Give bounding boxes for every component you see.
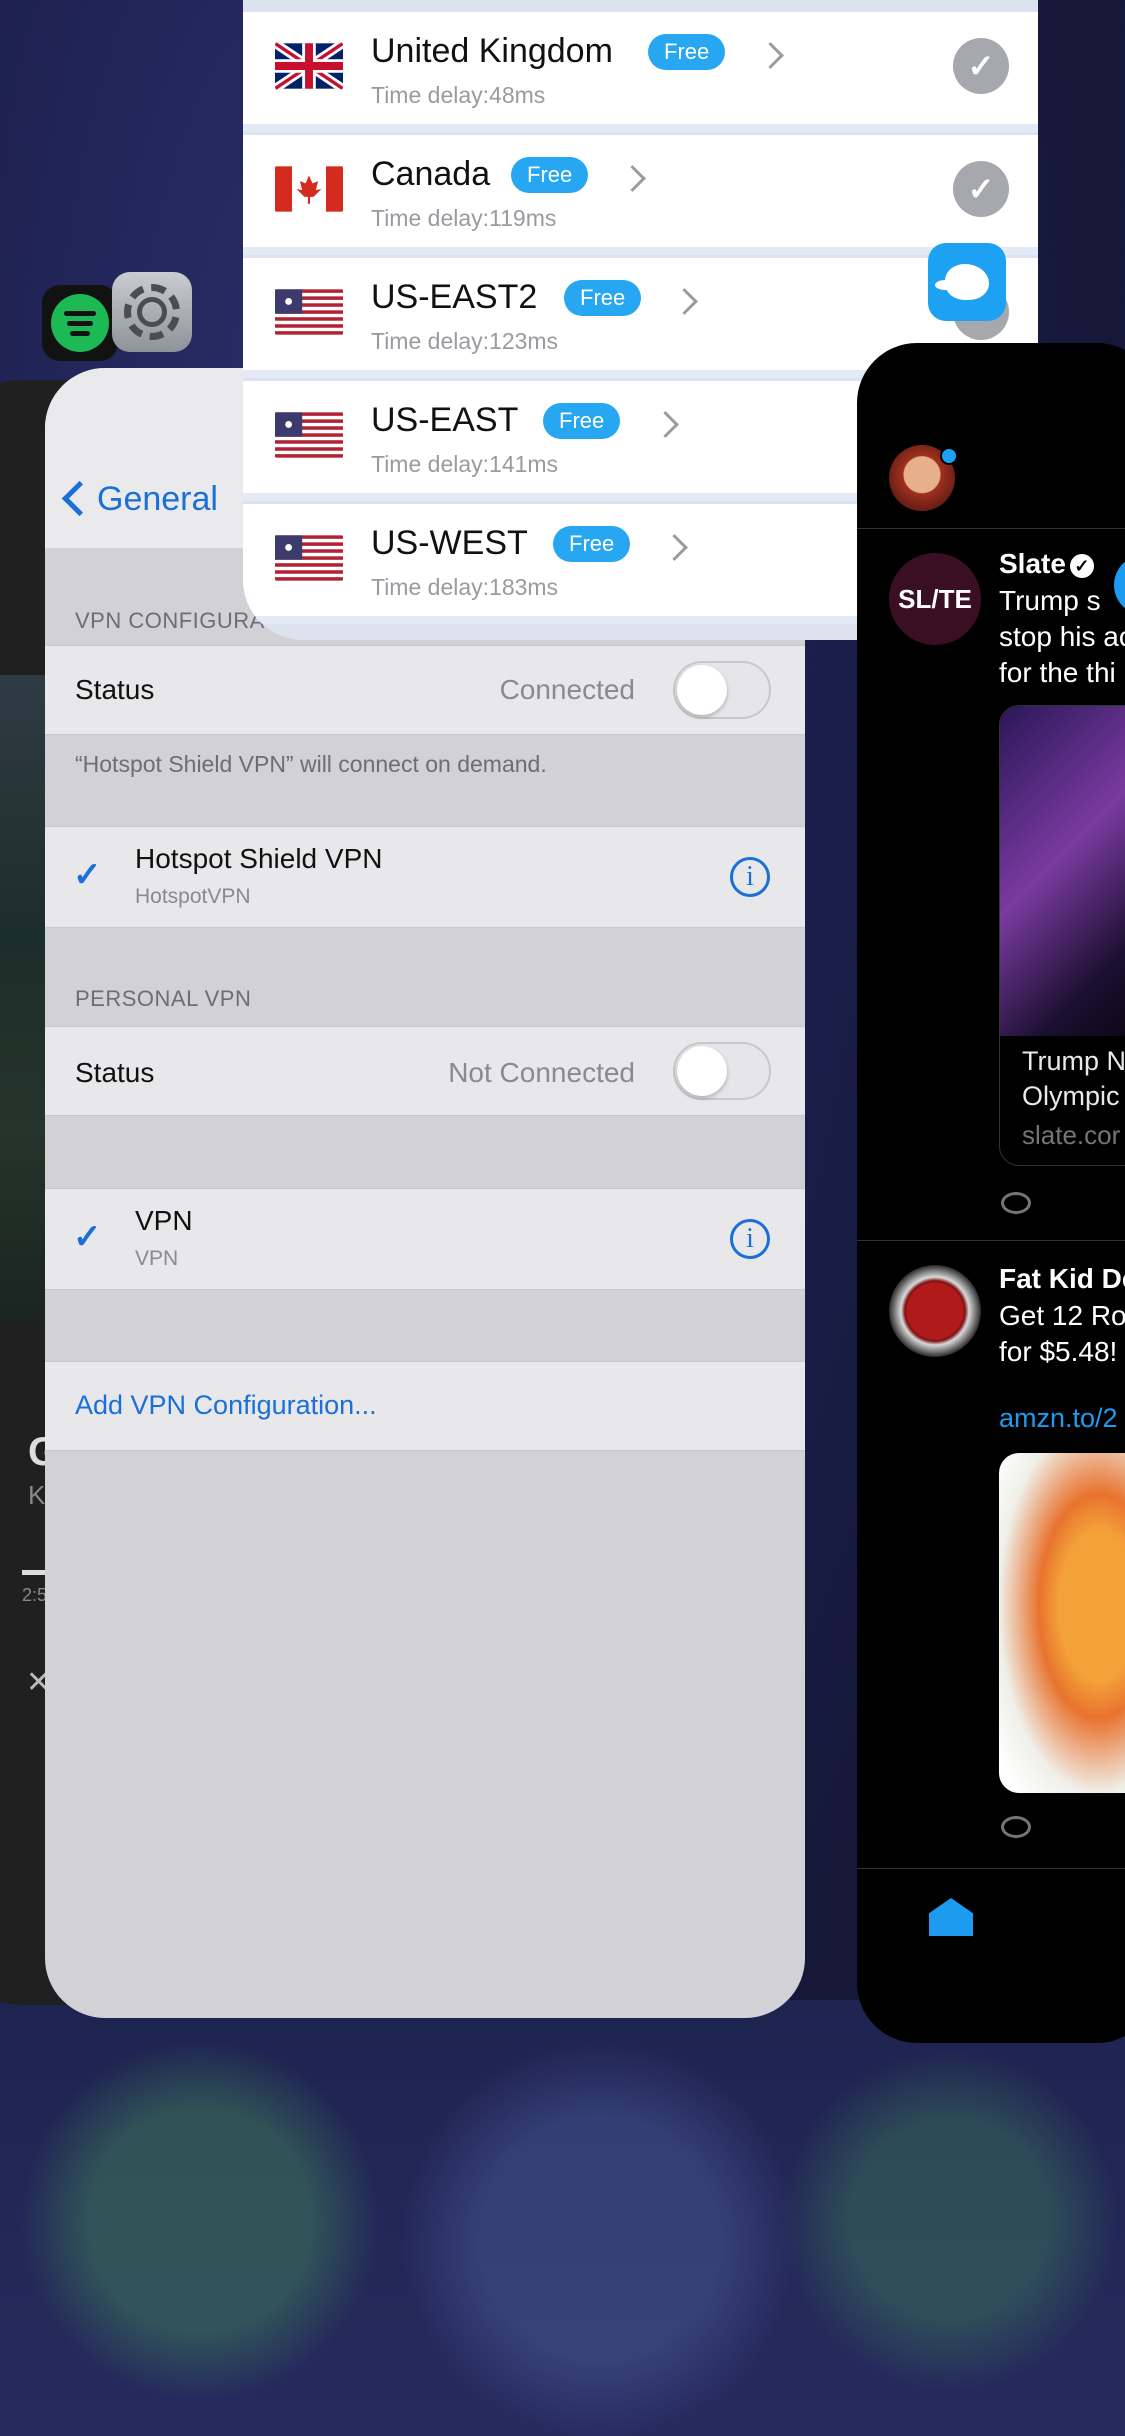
uk-flag-icon bbox=[275, 42, 343, 90]
add-vpn-row[interactable]: Add VPN Configuration... bbox=[45, 1361, 805, 1451]
fatkid-avatar[interactable] bbox=[889, 1265, 981, 1357]
link-card-image bbox=[1000, 706, 1125, 1036]
us-flag-icon bbox=[275, 411, 343, 459]
link-card[interactable]: Trump N Olympic slate.cor bbox=[999, 705, 1125, 1166]
hotspot-vpn-title: Hotspot Shield VPN bbox=[135, 843, 383, 874]
server-delay: Time delay:141ms bbox=[371, 451, 559, 477]
spotify-app-icon[interactable] bbox=[42, 285, 118, 361]
reply-icon[interactable] bbox=[1001, 1816, 1031, 1838]
notification-dot bbox=[940, 447, 958, 465]
tweet-text-line: Trump s bbox=[999, 585, 1101, 616]
personal-vpn-subtitle: VPN bbox=[135, 1247, 179, 1270]
hotspot-vpn-subtitle: HotspotVPN bbox=[135, 885, 251, 908]
home-screen-blur bbox=[0, 2000, 1125, 2436]
canada-flag-icon bbox=[275, 165, 343, 213]
divider bbox=[857, 1868, 1125, 1869]
back-button[interactable]: General bbox=[97, 480, 218, 519]
personal-vpn-row[interactable]: ✓ VPN VPN i bbox=[45, 1188, 805, 1290]
server-row-uk[interactable]: United Kingdom Free Time delay:48ms ✓ bbox=[243, 12, 1038, 132]
chevron-right-icon bbox=[671, 288, 698, 315]
server-row-canada[interactable]: Canada Free Time delay:119ms ✓ bbox=[243, 135, 1038, 255]
personal-vpn-header: PERSONAL VPN bbox=[75, 986, 252, 1011]
server-delay: Time delay:183ms bbox=[371, 574, 559, 600]
divider bbox=[857, 1240, 1125, 1241]
personal-vpn-toggle[interactable] bbox=[673, 1042, 771, 1100]
hotspot-vpn-row[interactable]: ✓ Hotspot Shield VPN HotspotVPN i bbox=[45, 826, 805, 928]
info-icon[interactable]: i bbox=[730, 857, 770, 897]
server-name: US-WEST bbox=[371, 524, 528, 562]
server-delay: Time delay:119ms bbox=[371, 205, 557, 231]
server-name: United Kingdom bbox=[371, 32, 613, 70]
personal-status-value: Not Connected bbox=[448, 1057, 635, 1088]
tweet-text-line: stop his ac bbox=[999, 621, 1125, 652]
free-badge: Free bbox=[564, 280, 642, 316]
us-flag-icon bbox=[275, 288, 343, 336]
compose-button[interactable] bbox=[1114, 555, 1125, 615]
server-name: US-EAST2 bbox=[371, 278, 538, 316]
info-icon[interactable]: i bbox=[730, 1219, 770, 1259]
divider bbox=[857, 528, 1125, 529]
free-badge: Free bbox=[511, 157, 589, 193]
us-flag-icon bbox=[275, 534, 343, 582]
twitter-app-card[interactable]: SL/TE Slate ✓ Trump s stop his ac for the… bbox=[857, 343, 1125, 2043]
tweet-author[interactable]: Slate ✓ bbox=[999, 548, 1094, 580]
twitter-app-icon[interactable] bbox=[928, 243, 1006, 321]
tweet-author-name: Slate bbox=[999, 548, 1066, 579]
status-label: Status bbox=[75, 674, 155, 705]
chevron-right-icon bbox=[652, 411, 679, 438]
personal-status-label: Status bbox=[75, 1057, 155, 1088]
server-name: Canada bbox=[371, 155, 491, 193]
chevron-left-icon[interactable] bbox=[61, 480, 98, 517]
server-delay: Time delay:48ms bbox=[371, 82, 546, 108]
verified-icon: ✓ bbox=[1069, 553, 1094, 578]
link-card-title: Olympic bbox=[1022, 1081, 1120, 1111]
selected-check-icon: ✓ bbox=[953, 161, 1009, 217]
track-artist: K bbox=[28, 1480, 46, 1510]
spotify-logo-icon bbox=[51, 294, 109, 352]
chevron-right-icon bbox=[619, 165, 646, 192]
on-demand-note: “Hotspot Shield VPN” will connect on dem… bbox=[75, 751, 547, 777]
tweet-text-line: Get 12 Rol bbox=[999, 1300, 1125, 1331]
link-card-title: Trump N bbox=[1022, 1046, 1125, 1076]
status-value: Connected bbox=[499, 674, 635, 705]
link-card-domain: slate.cor bbox=[1022, 1120, 1121, 1150]
slate-avatar[interactable]: SL/TE bbox=[889, 553, 981, 645]
settings-app-icon[interactable] bbox=[112, 272, 192, 352]
vpn-status-row: Status Connected bbox=[45, 645, 805, 735]
free-badge: Free bbox=[543, 403, 621, 439]
personal-vpn-title: VPN bbox=[135, 1205, 193, 1236]
twitter-bird-icon bbox=[935, 264, 989, 300]
vpn-status-toggle[interactable] bbox=[673, 661, 771, 719]
chevron-right-icon bbox=[661, 534, 688, 561]
gear-icon bbox=[124, 284, 180, 340]
checkmark-icon: ✓ bbox=[73, 856, 102, 894]
tweet-link[interactable]: amzn.to/2 bbox=[999, 1403, 1118, 1434]
tweet-text-line: for the thi bbox=[999, 657, 1116, 688]
checkmark-icon: ✓ bbox=[73, 1218, 102, 1256]
free-badge: Free bbox=[648, 34, 726, 70]
tweet-author-name[interactable]: Fat Kid De bbox=[999, 1263, 1125, 1295]
personal-vpn-status-row: Status Not Connected bbox=[45, 1026, 805, 1116]
selected-check-icon: ✓ bbox=[953, 38, 1009, 94]
elapsed-time: 2:5 bbox=[22, 1585, 48, 1605]
add-vpn-configuration-button[interactable]: Add VPN Configuration... bbox=[75, 1390, 377, 1421]
free-badge: Free bbox=[553, 526, 631, 562]
server-name: US-EAST bbox=[371, 401, 519, 439]
vpn-configurations-header: VPN CONFIGURA bbox=[75, 608, 265, 633]
server-delay: Time delay:123ms bbox=[371, 328, 559, 354]
tweet-text-line: for $5.48! bbox=[999, 1336, 1118, 1367]
chevron-right-icon bbox=[757, 42, 784, 69]
home-icon[interactable] bbox=[929, 1898, 973, 1936]
tweet-image[interactable] bbox=[999, 1453, 1125, 1793]
reply-icon[interactable] bbox=[1001, 1192, 1031, 1214]
